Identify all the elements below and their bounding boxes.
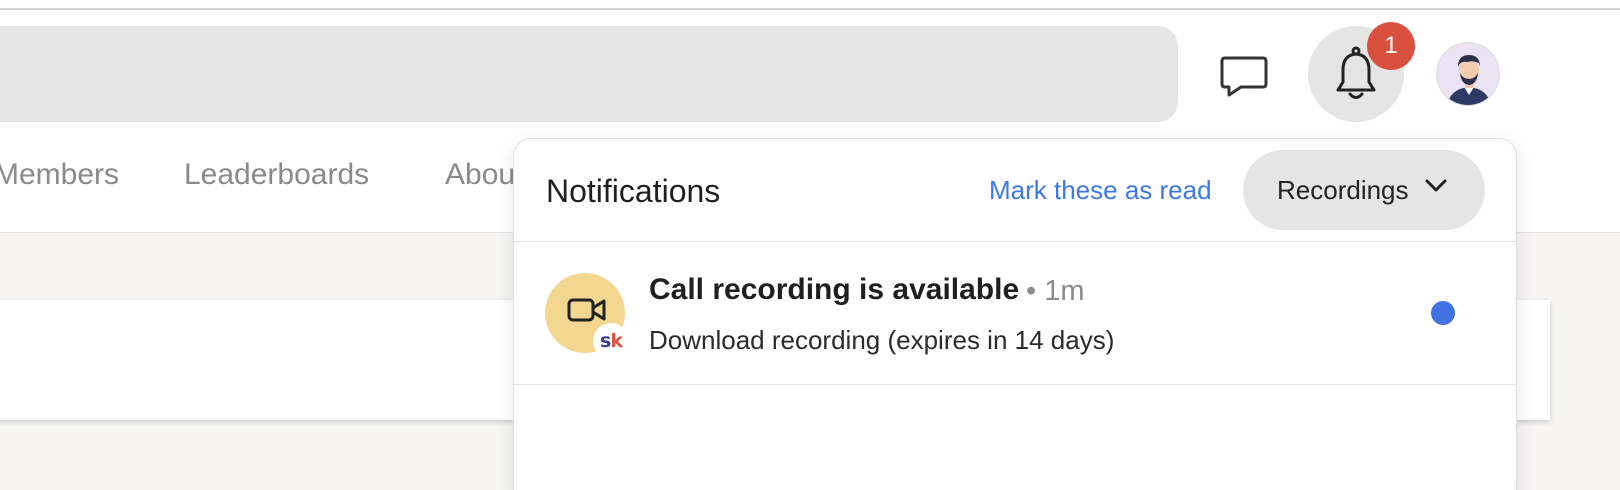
user-avatar[interactable]: [1436, 42, 1500, 106]
unread-indicator[interactable]: [1431, 301, 1455, 325]
notification-title: Call recording is available: [649, 273, 1020, 306]
notification-divider: [514, 384, 1516, 385]
tab-leaderboards[interactable]: Leaderboards: [184, 158, 369, 192]
panel-header-divider: [514, 241, 1516, 242]
tab-members[interactable]: Members: [0, 158, 119, 192]
mark-as-read-link[interactable]: Mark these as read: [989, 175, 1212, 206]
chat-bubble-icon: [1220, 56, 1268, 97]
notification-body[interactable]: Download recording (expires in 14 days): [649, 325, 1114, 356]
notification-time: • 1m: [1026, 275, 1085, 307]
app-logo-badge: sk: [593, 323, 629, 359]
chevron-down-icon: [1425, 179, 1447, 192]
notifications-panel: Notifications Mark these as read Recordi…: [513, 138, 1517, 490]
panel-title: Notifications: [546, 173, 721, 209]
filter-selected-label: Recordings: [1277, 174, 1409, 205]
top-divider: [0, 8, 1620, 10]
avatar-icon: [1437, 43, 1499, 105]
search-bar[interactable]: [0, 26, 1178, 122]
tab-about[interactable]: About: [445, 158, 523, 192]
messages-button[interactable]: [1216, 48, 1272, 104]
notification-filter-dropdown[interactable]: Recordings: [1243, 150, 1485, 230]
video-camera-icon: [567, 298, 606, 322]
notification-count-badge: 1: [1367, 22, 1415, 70]
